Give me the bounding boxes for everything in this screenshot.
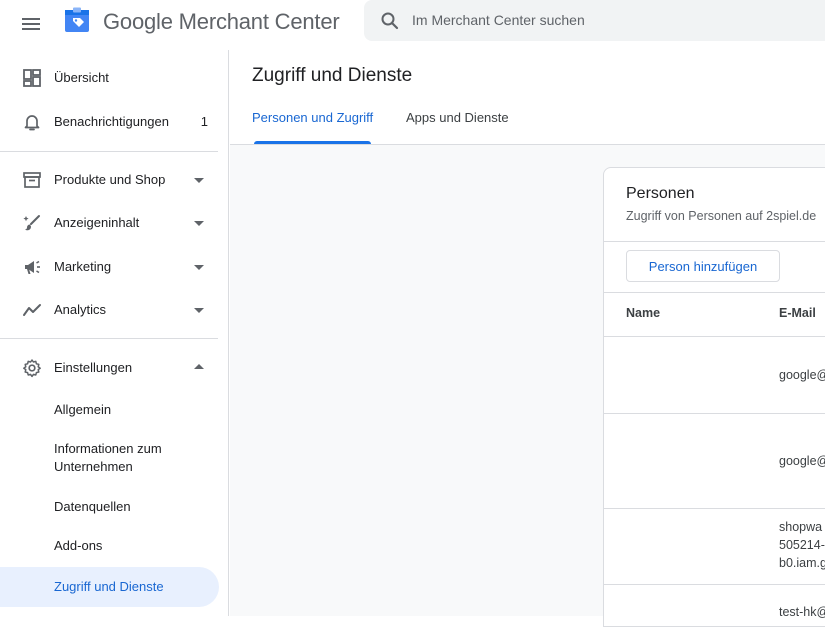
sidebar-subitem-access-services[interactable]: Zugriff und Dienste: [0, 567, 219, 607]
chevron-up-icon[interactable]: [194, 364, 204, 369]
column-header-name[interactable]: Name: [626, 306, 660, 320]
sidebar-subitem-label: Zugriff und Dienste: [54, 579, 164, 594]
sidebar-item-overview[interactable]: Übersicht: [0, 58, 219, 98]
table-row-email: test-hk@: [779, 605, 825, 619]
sidebar-subitem-label: Datenquellen: [54, 499, 131, 514]
sidebar-item-analytics[interactable]: Analytics: [0, 290, 219, 330]
sidebar-item-label: Analytics: [54, 302, 107, 317]
sidebar: Übersicht Benachrichtigungen 1 Produkte …: [0, 50, 229, 616]
gear-icon: [23, 359, 41, 378]
trend-icon: [23, 304, 41, 316]
chevron-down-icon[interactable]: [194, 265, 204, 270]
add-person-button[interactable]: Person hinzufügen: [626, 250, 780, 282]
table-row-email: google@: [779, 454, 825, 468]
search-icon: [381, 12, 399, 30]
table-row-email: google@: [779, 368, 825, 382]
table-header-divider: [604, 336, 825, 337]
sidebar-item-label: Benachrichtigungen: [54, 114, 169, 129]
sidebar-subitem-addons[interactable]: Add-ons: [0, 532, 219, 562]
sidebar-item-marketing[interactable]: Marketing: [0, 247, 219, 287]
table-row-email: b0.iam.g: [779, 556, 825, 570]
card-divider: [604, 241, 825, 242]
sidebar-subitem-data-sources[interactable]: Datenquellen: [0, 493, 219, 523]
chevron-down-icon[interactable]: [194, 221, 204, 226]
brush-icon: [23, 215, 40, 231]
sidebar-item-notifications[interactable]: Benachrichtigungen 1: [0, 102, 219, 142]
sidebar-item-label: Produkte und Shop: [54, 172, 166, 187]
sidebar-item-label: Marketing: [54, 259, 112, 274]
tab-label: Apps und Dienste: [406, 110, 509, 125]
tab-label: Personen und Zugriff: [252, 110, 374, 125]
sidebar-item-label: Anzeigeninhalt: [54, 215, 140, 230]
megaphone-icon: [25, 260, 40, 274]
dashboard-icon: [23, 69, 41, 87]
sidebar-subitem-business-info[interactable]: Informationen zum Unternehmen: [0, 435, 219, 483]
column-header-email[interactable]: E-Mail: [779, 306, 816, 320]
chevron-down-icon[interactable]: [194, 308, 204, 313]
sidebar-divider: [0, 151, 218, 152]
top-bar: Google Merchant Center: [0, 0, 825, 50]
menu-icon[interactable]: [18, 10, 46, 38]
sidebar-subitem-general[interactable]: Allgemein: [0, 395, 219, 425]
main-content: Zugriff und Dienste Personen und Zugriff…: [230, 50, 825, 627]
tab-people-access[interactable]: Personen und Zugriff: [252, 110, 373, 144]
sidebar-item-settings[interactable]: Einstellungen: [0, 348, 219, 388]
table-row-email: shopwa: [779, 520, 823, 534]
table-row-email: 505214-: [779, 538, 825, 552]
page-title: Zugriff und Dienste: [252, 65, 413, 86]
sidebar-item-products[interactable]: Produkte und Shop: [0, 160, 219, 200]
people-card: Personen Zugriff von Personen auf 2spiel…: [603, 167, 825, 627]
brand-title: Google Merchant Center: [103, 9, 340, 34]
search-input[interactable]: [412, 6, 812, 34]
sidebar-divider: [0, 338, 218, 339]
tab-apps-services[interactable]: Apps und Dienste: [406, 110, 509, 144]
store-icon: [23, 172, 41, 188]
sidebar-subitem-label: Add-ons: [54, 538, 103, 553]
chevron-down-icon[interactable]: [194, 178, 204, 183]
search-bar[interactable]: [364, 0, 825, 41]
table-row-divider: [604, 413, 825, 414]
card-divider: [604, 292, 825, 293]
sidebar-subitem-label: Allgemein: [54, 402, 112, 417]
sidebar-item-label: Übersicht: [54, 70, 109, 85]
sidebar-subitem-label: Informationen zum Unternehmen: [54, 441, 162, 474]
sidebar-item-ad-content[interactable]: Anzeigeninhalt: [0, 203, 219, 243]
card-title: Personen: [626, 185, 695, 202]
table-row-divider: [604, 508, 825, 509]
page-header: Zugriff und Dienste Personen und Zugriff…: [230, 50, 825, 145]
sidebar-item-label: Einstellungen: [54, 360, 133, 375]
notification-count-badge: 1: [200, 114, 208, 129]
card-subtitle: Zugriff von Personen auf 2spiel.de: [626, 209, 817, 223]
merchant-center-logo-icon[interactable]: [64, 7, 90, 33]
bell-icon: [24, 115, 40, 131]
table-row-divider: [604, 584, 825, 585]
